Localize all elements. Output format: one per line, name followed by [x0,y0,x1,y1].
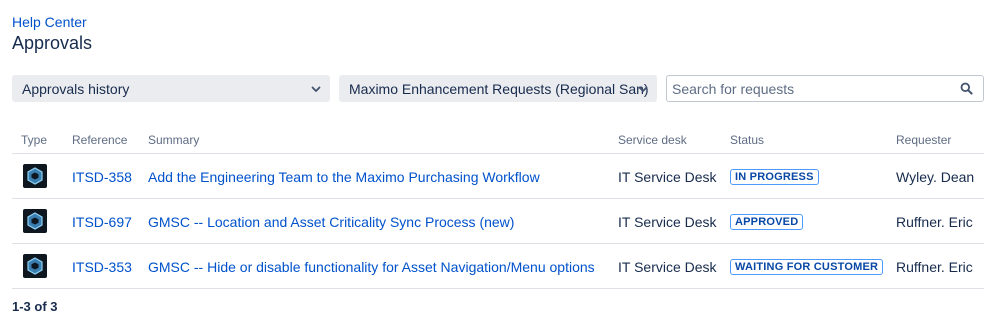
search-input[interactable] [667,79,954,98]
approvals-history-select-value: Approvals history [22,80,130,97]
column-header-summary: Summary [148,133,200,147]
page-title: Approvals [12,33,93,53]
service-desk-name: IT Service Desk [618,214,717,230]
request-type-icon [23,209,47,233]
column-header-type: Type [21,133,48,147]
table-row[interactable]: ITSD-697 GMSC -- Location and Asset Crit… [12,199,984,244]
requester-name: Ruffner. Eric [896,214,973,230]
approvals-table: Type Reference Summary Service desk Stat… [12,126,984,289]
status-badge: IN PROGRESS [730,169,819,185]
breadcrumb-help-center[interactable]: Help Center [12,14,87,30]
status-badge: APPROVED [730,214,804,230]
request-reference-link[interactable]: ITSD-358 [72,169,132,185]
table-row[interactable]: ITSD-353 GMSC -- Hide or disable functio… [12,244,984,289]
chevron-down-icon [638,86,648,92]
service-desk-name: IT Service Desk [618,169,717,185]
table-header: Type Reference Summary Service desk Stat… [12,126,984,154]
column-header-service-desk: Service desk [618,133,687,147]
approvals-history-select[interactable]: Approvals history [12,75,330,102]
search-requests-box[interactable] [666,75,984,102]
status-badge: WAITING FOR CUSTOMER [730,259,884,275]
table-row[interactable]: ITSD-358 Add the Engineering Team to the… [12,154,984,199]
request-summary-link[interactable]: Add the Engineering Team to the Maximo P… [148,169,540,185]
chevron-down-icon [311,86,321,92]
request-summary-link[interactable]: GMSC -- Location and Asset Criticality S… [148,214,514,230]
requester-name: Ruffner. Eric [896,259,973,275]
column-header-requester: Requester [896,133,952,147]
request-type-icon [23,254,47,278]
results-count: 1-3 of 3 [12,299,58,314]
request-reference-link[interactable]: ITSD-697 [72,214,132,230]
service-desk-name: IT Service Desk [618,259,717,275]
request-type-icon [23,164,47,188]
request-summary-link[interactable]: GMSC -- Hide or disable functionality fo… [148,259,595,275]
search-icon[interactable] [960,82,973,95]
service-project-select-value: Maximo Enhancement Requests (Regional Sa… [349,80,649,97]
service-project-select[interactable]: Maximo Enhancement Requests (Regional Sa… [339,75,657,102]
request-reference-link[interactable]: ITSD-353 [72,259,132,275]
column-header-reference: Reference [72,133,128,147]
requester-name: Wyley. Dean [896,169,975,185]
column-header-status: Status [730,133,765,147]
